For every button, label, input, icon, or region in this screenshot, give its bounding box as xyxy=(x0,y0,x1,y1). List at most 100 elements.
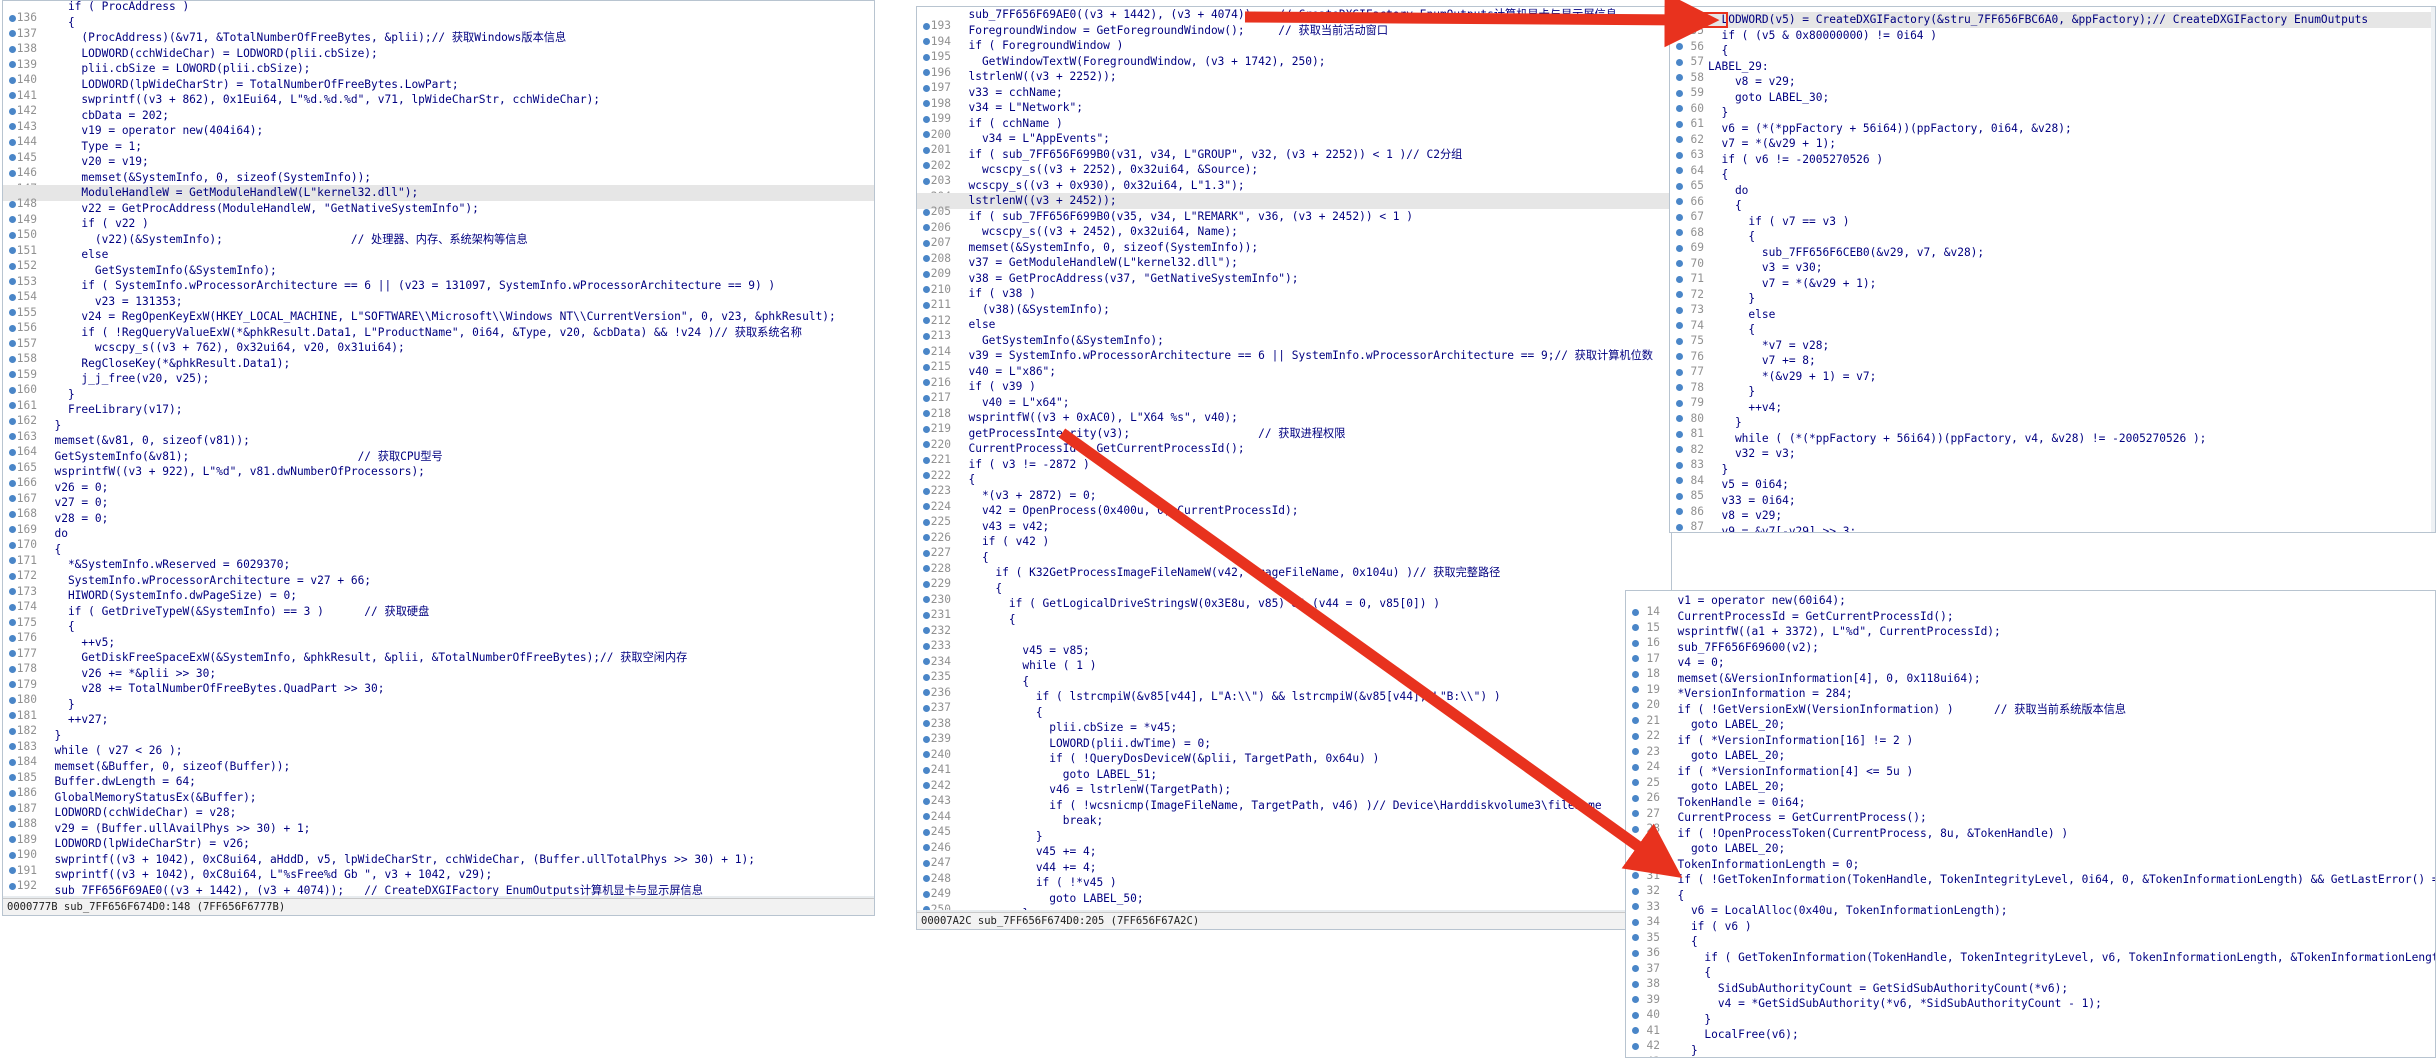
code-line[interactable]: 173 SystemInfo.wProcessorArchitecture = … xyxy=(3,573,874,598)
code-line[interactable]: 250 goto LABEL_50; xyxy=(917,891,1671,916)
code-line[interactable]: 193 sub_7FF656F69AE0((v3 + 1442), (v3 + … xyxy=(917,7,1671,32)
code-line[interactable]: 189 v29 = (Buffer.ullAvailPhys >> 30) + … xyxy=(3,821,874,846)
code-line[interactable]: 235 while ( 1 ) xyxy=(917,658,1671,683)
code-line[interactable]: 43 } xyxy=(1626,1043,2435,1058)
code-line[interactable]: 197 lstrlenW((v3 + 2252)); xyxy=(917,69,1671,94)
code-line[interactable]: 240 LOWORD(plii.dwTime) = 0; xyxy=(917,736,1671,761)
code-line[interactable]: 228 { xyxy=(917,550,1671,575)
code-line[interactable]: 209 v37 = GetModuleHandleW(L"kernel32.dl… xyxy=(917,255,1671,280)
code-line[interactable]: 23 if ( *VersionInformation[16] != 2 ) xyxy=(1626,733,2435,758)
code-line[interactable]: 187 GlobalMemoryStatusEx(&Buffer); xyxy=(3,790,874,815)
code-line[interactable]: 70 sub_7FF656F6CEB0(&v29, v7, &v28); xyxy=(1670,245,2435,270)
vertical-scrollbar[interactable] xyxy=(2431,7,2435,532)
code-line[interactable]: 35 if ( v6 ) xyxy=(1626,919,2435,944)
code-line[interactable]: 179 v26 += *&plii >> 30; xyxy=(3,666,874,691)
code-line[interactable]: 65 { xyxy=(1670,167,2435,192)
code-line[interactable]: 224 *(v3 + 2872) = 0; xyxy=(917,488,1671,513)
code-line[interactable]: 216 v40 = L"x86"; xyxy=(917,364,1671,389)
code-line[interactable]: 191 swprintf((v3 + 1042), 0xC8ui64, aHdd… xyxy=(3,852,874,877)
code-line[interactable]: 163 } xyxy=(3,418,874,443)
code-line[interactable]: 153 GetSystemInfo(&SystemInfo); xyxy=(3,263,874,288)
code-line[interactable]: 18 v4 = 0; xyxy=(1626,655,2435,680)
code-line[interactable]: 149 v22 = GetProcAddress(ModuleHandleW, … xyxy=(3,201,874,226)
code-line[interactable]: 159 RegCloseKey(*&phkResult.Data1); xyxy=(3,356,874,381)
code-line[interactable]: 21 if ( !GetVersionExW(VersionInformatio… xyxy=(1626,702,2435,727)
code-line[interactable]: 175 if ( GetDriveTypeW(&SystemInfo) == 3… xyxy=(3,604,874,629)
code-line[interactable]: 160 j_j_free(v20, v25); xyxy=(3,371,874,396)
code-line[interactable]: 190 LODWORD(lpWideCharStr) = v26; xyxy=(3,836,874,861)
code-line[interactable]: 214 GetSystemInfo(&SystemInfo); xyxy=(917,333,1671,358)
code-line[interactable]: 204 wcscpy_s((v3 + 0x930), 0x32ui64, L"1… xyxy=(917,178,1671,203)
pseudocode-pane-middle[interactable]: 193 sub_7FF656F69AE0((v3 + 1442), (v3 + … xyxy=(916,6,1672,930)
code-line[interactable]: 218 v40 = L"x64"; xyxy=(917,395,1671,420)
code-line[interactable]: 154 if ( SystemInfo.wProcessorArchitectu… xyxy=(3,278,874,303)
code-line[interactable]: 14 v1 = operator new(60i64); xyxy=(1626,593,2435,618)
code-line[interactable]: 167 v26 = 0; xyxy=(3,480,874,505)
code-line[interactable]: 203 wcscpy_s((v3 + 2252), 0x32ui64, &Sou… xyxy=(917,162,1671,187)
code-line[interactable]: 72 v7 = *(&v29 + 1); xyxy=(1670,276,2435,301)
code-line[interactable]: 236 { xyxy=(917,674,1671,699)
code-line[interactable]: 137 { xyxy=(3,15,874,40)
code-line[interactable]: 186 Buffer.dwLength = 64; xyxy=(3,774,874,799)
code-line[interactable]: 206 if ( sub_7FF656F699B0(v35, v34, L"RE… xyxy=(917,209,1671,234)
code-line[interactable]: 221 CurrentProcessId = GetCurrentProcess… xyxy=(917,441,1671,466)
code-line[interactable]: 32 if ( !GetTokenInformation(TokenHandle… xyxy=(1626,872,2435,897)
code-line[interactable]: 36 { xyxy=(1626,934,2435,959)
code-line[interactable]: 16 wsprintfW((a1 + 3372), L"%d", Current… xyxy=(1626,624,2435,649)
code-line[interactable]: 158 wcscpy_s((v3 + 762), 0x32ui64, v20, … xyxy=(3,340,874,365)
code-line[interactable]: 234 v45 = v85; xyxy=(917,643,1671,668)
code-line[interactable]: 181 } xyxy=(3,697,874,722)
code-line[interactable]: 75 { xyxy=(1670,322,2435,347)
code-line[interactable]: 192 swprintf((v3 + 1042), 0xC8ui64, L"%s… xyxy=(3,867,874,892)
code-line[interactable]: 202 if ( sub_7FF656F699B0(v31, v34, L"GR… xyxy=(917,147,1671,172)
code-line[interactable]: 172 *&SystemInfo.wReserved = 6029370; xyxy=(3,557,874,582)
code-line[interactable]: 15 CurrentProcessId = GetCurrentProcessI… xyxy=(1626,609,2435,634)
code-line[interactable]: 84 } xyxy=(1670,462,2435,487)
code-line[interactable]: 143 cbData = 202; xyxy=(3,108,874,133)
code-line[interactable]: 223 { xyxy=(917,472,1671,497)
code-line[interactable]: 239 plii.cbSize = *v45; xyxy=(917,720,1671,745)
code-line[interactable]: 17 sub_7FF656F69600(v2); xyxy=(1626,640,2435,665)
code-line[interactable]: 58 LABEL_29: xyxy=(1670,59,2435,84)
code-line[interactable]: 219 wsprintfW((v3 + 0xAC0), L"X64 %s", v… xyxy=(917,410,1671,435)
code-line[interactable]: 40 v4 = *GetSidSubAuthority(*v6, *SidSub… xyxy=(1626,996,2435,1021)
code-line[interactable]: 231 if ( GetLogicalDriveStringsW(0x3E8u,… xyxy=(917,596,1671,621)
code-line[interactable]: 64 if ( v6 != -2005270526 ) xyxy=(1670,152,2435,177)
code-line[interactable]: 31 TokenInformationLength = 0; xyxy=(1626,857,2435,882)
code-line[interactable]: 19 memset(&VersionInformation[4], 0, 0x1… xyxy=(1626,671,2435,696)
code-line[interactable]: 168 v27 = 0; xyxy=(3,495,874,520)
code-line[interactable]: 33 { xyxy=(1626,888,2435,913)
code-line[interactable]: 215 v39 = SystemInfo.wProcessorArchitect… xyxy=(917,348,1671,373)
code-line[interactable]: 198 v33 = cchName; xyxy=(917,85,1671,110)
code-line[interactable]: 28 CurrentProcess = GetCurrentProcess(); xyxy=(1626,810,2435,835)
code-line[interactable]: 226 v43 = v42; xyxy=(917,519,1671,544)
code-line[interactable]: 182 ++v27; xyxy=(3,712,874,737)
code-line[interactable]: 243 v46 = lstrlenW(TargetPath); xyxy=(917,782,1671,807)
code-line[interactable]: 233 xyxy=(917,627,1671,652)
code-line[interactable]: 60 goto LABEL_30; xyxy=(1670,90,2435,115)
code-line[interactable]: 42 LocalFree(v6); xyxy=(1626,1027,2435,1052)
code-line[interactable]: 174 HIWORD(SystemInfo.dwPageSize) = 0; xyxy=(3,588,874,613)
code-line[interactable]: 59 v8 = v29; xyxy=(1670,74,2435,99)
code-line[interactable]: 177 ++v5; xyxy=(3,635,874,660)
code-line[interactable]: 61 } xyxy=(1670,105,2435,130)
code-line[interactable]: 85 v5 = 0i64; xyxy=(1670,477,2435,502)
code-line[interactable]: 162 FreeLibrary(v17); xyxy=(3,402,874,427)
code-line[interactable]: 211 if ( v38 ) xyxy=(917,286,1671,311)
code-line[interactable]: 178 GetDiskFreeSpaceExW(&SystemInfo, &ph… xyxy=(3,650,874,675)
code-line[interactable]: 185 memset(&Buffer, 0, sizeof(Buffer)); xyxy=(3,759,874,784)
code-line[interactable]: 238 { xyxy=(917,705,1671,730)
code-line[interactable]: 80 ++v4; xyxy=(1670,400,2435,425)
code-line[interactable]: 242 goto LABEL_51; xyxy=(917,767,1671,792)
code-line[interactable]: 156 v24 = RegOpenKeyExW(HKEY_LOCAL_MACHI… xyxy=(3,309,874,334)
code-line[interactable]: 166 wsprintfW((v3 + 922), L"%d", v81.dwN… xyxy=(3,464,874,489)
code-line[interactable]: 213 else xyxy=(917,317,1671,342)
code-line[interactable]: 136 if ( ProcAddress ) xyxy=(3,1,874,24)
code-line[interactable]: 176 { xyxy=(3,619,874,644)
code-line[interactable]: 249 if ( !*v45 ) xyxy=(917,875,1671,900)
code-line[interactable]: 26 goto LABEL_20; xyxy=(1626,779,2435,804)
code-line[interactable]: 208 memset(&SystemInfo, 0, sizeof(System… xyxy=(917,240,1671,265)
code-line[interactable]: 88 v9 = &v7[-v29] >> 3; xyxy=(1670,524,2435,533)
code-line[interactable]: 62 v6 = (*(*ppFactory + 56i64))(ppFactor… xyxy=(1670,121,2435,146)
code-line[interactable]: 188 LODWORD(cchWideChar) = v28; xyxy=(3,805,874,830)
